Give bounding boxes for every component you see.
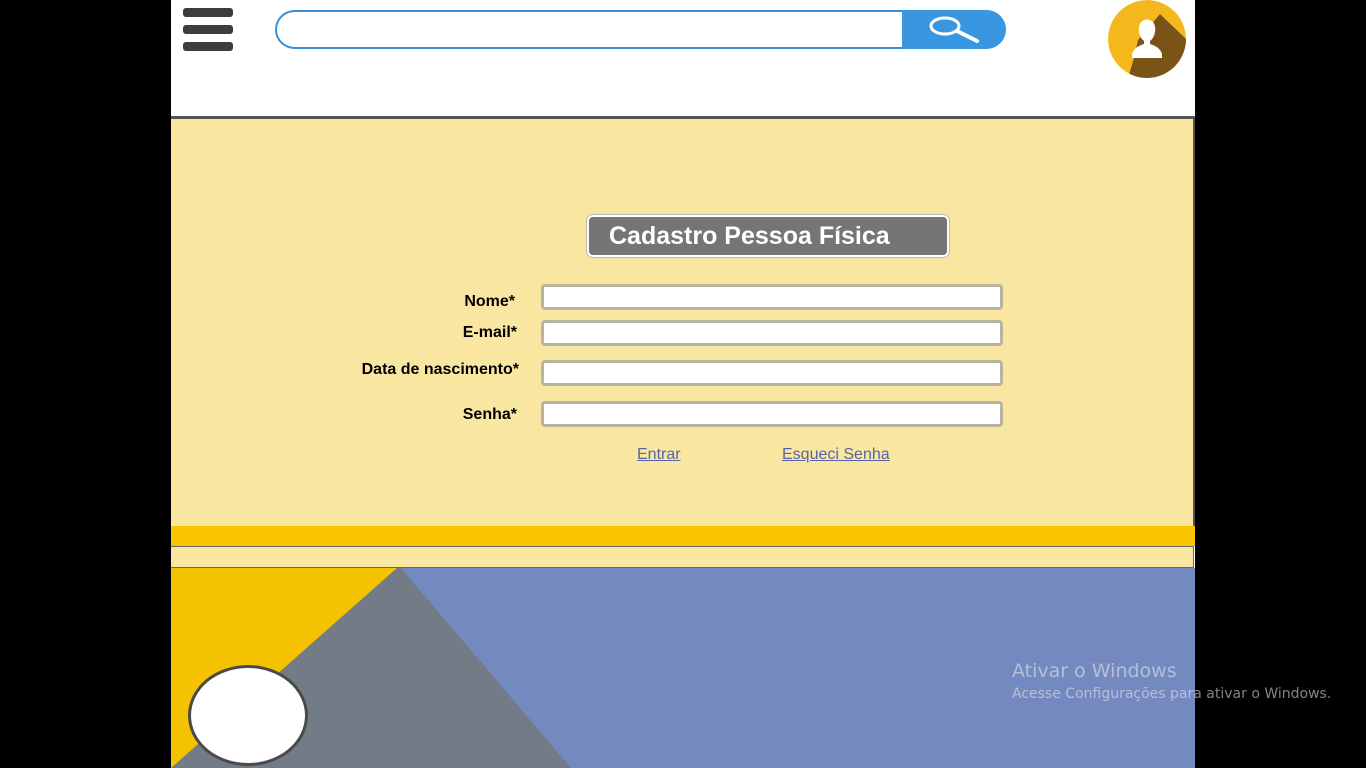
light-stripe [171,546,1194,568]
email-field[interactable] [541,320,1003,346]
birthdate-field[interactable] [541,360,1003,386]
password-label: Senha* [462,406,517,423]
search-input[interactable] [275,10,925,49]
search-button[interactable] [902,10,1006,49]
forgot-password-link[interactable]: Esqueci Senha [782,446,890,464]
watermark-subtitle: Acesse Configurações para ativar o Windo… [1012,686,1332,702]
login-link[interactable]: Entrar [637,446,681,464]
footer-circle [188,665,308,766]
password-field[interactable] [541,401,1003,427]
search-bar [275,10,1006,49]
page: Cadastro Pessoa Física Nome* E-mail* Dat… [171,0,1195,768]
user-avatar-icon [1108,0,1186,78]
watermark-title: Ativar o Windows [1012,660,1177,682]
yellow-stripe [171,526,1195,546]
magnifier-icon [929,16,979,43]
windows-activation-watermark: Ativar o Windows Acesse Configurações pa… [1012,660,1331,702]
form-title-box: Cadastro Pessoa Física [587,215,949,257]
birthdate-label: Data de nascimento* [361,361,519,378]
name-label: Nome* [464,293,515,310]
user-avatar-button[interactable] [1108,0,1186,78]
register-panel: Cadastro Pessoa Física Nome* E-mail* Dat… [171,116,1195,529]
form-title: Cadastro Pessoa Física [609,222,890,250]
email-label: E-mail* [462,324,517,341]
name-field[interactable] [541,284,1003,310]
hamburger-menu-icon[interactable] [183,8,233,52]
